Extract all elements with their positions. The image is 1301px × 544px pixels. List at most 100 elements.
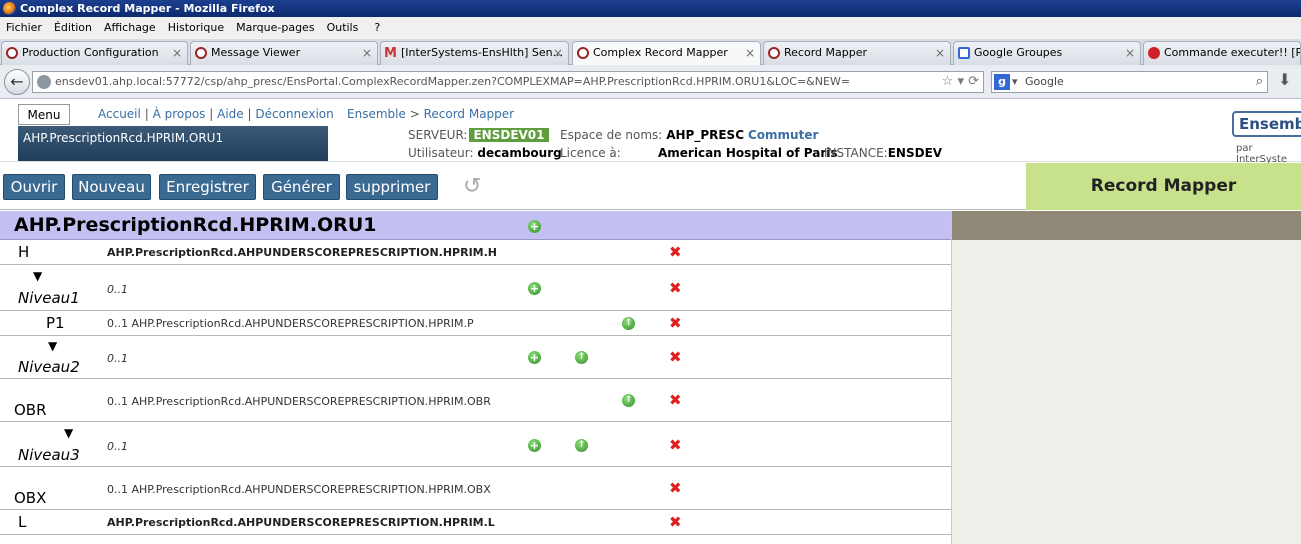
search-icon[interactable]: ⌕ — [1256, 72, 1263, 92]
add-sibling-icon[interactable]: ↑ — [575, 351, 588, 364]
record-type: AHP.PrescriptionRcd.AHPUNDERSCOREPRESCRI… — [107, 246, 498, 259]
delete-icon[interactable]: ✖ — [669, 481, 682, 496]
link-aide[interactable]: Aide — [217, 107, 244, 121]
delete-icon[interactable]: ✖ — [669, 281, 682, 296]
record-name: H — [18, 243, 30, 261]
composite-row-niveau3[interactable]: ▼ Niveau3 0..1 + ↑ ✖ — [0, 422, 951, 467]
record-row-l[interactable]: L AHP.PrescriptionRcd.AHPUNDERSCOREPRESC… — [0, 510, 951, 535]
tab-production-configuration[interactable]: Production Configuration × — [1, 41, 188, 65]
add-sibling-icon[interactable]: ↑ — [575, 439, 588, 452]
tab-commande-executer[interactable]: Commande executer!! [Réso — [1143, 41, 1301, 65]
close-icon[interactable]: × — [362, 42, 372, 64]
add-icon[interactable]: + — [528, 220, 541, 233]
tab-google-groupes[interactable]: Google Groupes × — [953, 41, 1141, 65]
add-sibling-icon[interactable]: ↑ — [622, 394, 635, 407]
repeat-range: 0..1 — [107, 440, 128, 453]
close-icon[interactable]: × — [1125, 42, 1135, 64]
composite-row-niveau1[interactable]: ▼ Niveau1 0..1 + ✖ — [0, 265, 951, 311]
instance-label: INSTANCE: — [824, 146, 888, 160]
menu-fichier[interactable]: Fichier — [0, 17, 48, 39]
license-label: Licence à: — [560, 146, 621, 160]
delete-icon[interactable]: ✖ — [669, 393, 682, 408]
window-title: Complex Record Mapper - Mozilla Firefox — [20, 2, 275, 15]
composite-name: Niveau1 — [18, 289, 80, 307]
back-arrow-icon[interactable]: ← — [4, 69, 30, 95]
window-title-bar: Complex Record Mapper - Mozilla Firefox — [0, 0, 1301, 17]
ensemble-logo: Ensemb — [1232, 111, 1301, 137]
tab-bar: Production Configuration × Message Viewer… — [0, 39, 1301, 66]
ns-value: AHP_PRESC — [666, 128, 744, 142]
url-bar[interactable]: ensdev01.ahp.local:57772/csp/ahp_presc/E… — [32, 71, 984, 93]
menu-historique[interactable]: Historique — [162, 17, 230, 39]
details-panel — [951, 211, 1301, 544]
breadcrumb-ensemble[interactable]: Ensemble — [347, 107, 406, 121]
composite-row-niveau2[interactable]: ▼ Niveau2 0..1 + ↑ ✖ — [0, 336, 951, 379]
generate-button[interactable]: Générer — [263, 174, 340, 200]
new-button[interactable]: Nouveau — [72, 174, 151, 200]
menu-help[interactable]: ? — [364, 17, 386, 39]
server-badge: ENSDEV01 — [469, 128, 549, 142]
composite-name: Niveau2 — [18, 358, 80, 376]
expand-triangle-icon[interactable]: ▼ — [33, 269, 42, 283]
instance-info: INSTANCE:ENSDEV — [824, 146, 942, 160]
close-icon[interactable]: × — [172, 42, 182, 64]
menu-edition[interactable]: Édition — [48, 17, 98, 39]
download-icon[interactable]: ⬇ — [1278, 70, 1291, 89]
menu-marque-pages[interactable]: Marque-pages — [230, 17, 320, 39]
open-button[interactable]: Ouvrir — [3, 174, 65, 200]
delete-icon[interactable]: ✖ — [669, 515, 682, 530]
search-bar[interactable]: g ▾ Google ⌕ — [991, 71, 1268, 93]
record-mapper-banner: Record Mapper — [1026, 163, 1301, 210]
close-icon[interactable]: × — [553, 42, 563, 64]
tab-message-viewer[interactable]: Message Viewer × — [190, 41, 378, 65]
instance-value: ENSDEV — [887, 146, 943, 160]
menu-affichage[interactable]: Affichage — [98, 17, 162, 39]
menu-button[interactable]: Menu — [18, 104, 70, 125]
tab-label: Google Groupes — [974, 46, 1063, 59]
repeat-range: 0..1 — [107, 352, 128, 365]
server-label: SERVEUR: — [408, 128, 468, 142]
link-deconnexion[interactable]: Déconnexion — [255, 107, 333, 121]
chevron-down-icon[interactable]: ▾ — [1012, 72, 1018, 92]
expand-triangle-icon[interactable]: ▼ — [64, 426, 73, 440]
tab-complex-record-mapper[interactable]: Complex Record Mapper × — [572, 41, 761, 66]
delete-button[interactable]: supprimer — [346, 174, 438, 200]
portal-header: Menu Accueil | À propos | Aide | Déconne… — [0, 100, 1301, 165]
delete-icon[interactable]: ✖ — [669, 350, 682, 365]
record-row-h[interactable]: H AHP.PrescriptionRcd.AHPUNDERSCOREPRESC… — [0, 240, 951, 265]
add-icon[interactable]: + — [528, 351, 541, 364]
question-icon — [1148, 47, 1160, 59]
record-name: OBR — [14, 401, 47, 419]
add-sibling-icon[interactable]: ↑ — [622, 317, 635, 330]
bookmark-star-icon[interactable]: ☆ ▾ ⟳ — [942, 72, 979, 92]
tab-gmail[interactable]: M [InterSystems-EnsHlth] Sen... × — [380, 41, 569, 65]
add-icon[interactable]: + — [528, 282, 541, 295]
license-value: American Hospital of Paris — [658, 146, 838, 160]
breadcrumb-record-mapper[interactable]: Record Mapper — [424, 107, 515, 121]
record-row-p1[interactable]: P1 0..1 AHP.PrescriptionRcd.AHPUNDERSCOR… — [0, 311, 951, 336]
ensemble-favicon-icon — [6, 47, 18, 59]
add-icon[interactable]: + — [528, 439, 541, 452]
save-button[interactable]: Enregistrer — [159, 174, 256, 200]
app-name: AHP.PrescriptionRcd.HPRIM.ORU1 — [23, 131, 224, 145]
record-row-obx[interactable]: OBX 0..1 AHP.PrescriptionRcd.AHPUNDERSCO… — [0, 467, 951, 510]
logo-subtitle: par InterSyste — [1236, 143, 1288, 165]
record-type: 0..1 AHP.PrescriptionRcd.AHPUNDERSCOREPR… — [107, 395, 491, 408]
menu-outils[interactable]: Outils — [321, 17, 365, 39]
tab-label: Production Configuration — [22, 46, 159, 59]
link-accueil[interactable]: Accueil — [98, 107, 141, 121]
expand-triangle-icon[interactable]: ▼ — [48, 339, 57, 353]
undo-icon[interactable]: ↺ — [463, 174, 481, 199]
delete-icon[interactable]: ✖ — [669, 245, 682, 260]
link-a-propos[interactable]: À propos — [153, 107, 206, 121]
delete-icon[interactable]: ✖ — [669, 316, 682, 331]
close-icon[interactable]: × — [935, 42, 945, 64]
search-engine-name: Google — [1025, 75, 1064, 88]
menu-bar: Fichier Édition Affichage Historique Marque-… — [0, 17, 1301, 39]
delete-icon[interactable]: ✖ — [669, 438, 682, 453]
close-icon[interactable]: × — [745, 42, 755, 64]
record-row-obr[interactable]: OBR 0..1 AHP.PrescriptionRcd.AHPUNDERSCO… — [0, 379, 951, 422]
ensemble-favicon-icon — [195, 47, 207, 59]
tab-record-mapper[interactable]: Record Mapper × — [763, 41, 951, 65]
commuter-link[interactable]: Commuter — [748, 128, 818, 142]
